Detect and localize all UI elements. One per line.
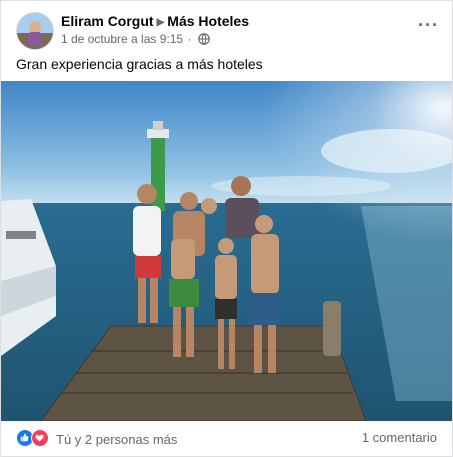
author-avatar[interactable]: [16, 12, 54, 50]
post-card: Eliram Corgut ▶ Más Hoteles 1 de octubre a…: [0, 0, 453, 457]
comments-count[interactable]: 1 comentario: [362, 430, 437, 445]
love-icon: [31, 429, 49, 447]
author-name[interactable]: Eliram Corgut: [61, 13, 154, 29]
post-photo[interactable]: [1, 81, 452, 421]
author-line: Eliram Corgut ▶ Más Hoteles: [61, 13, 249, 29]
post-text: Gran experiencia gracias a más hoteles: [16, 56, 263, 72]
post-footer: Tú y 2 personas más 1 comentario: [16, 427, 437, 449]
post-meta: 1 de octubre a las 9:15 ·: [61, 32, 210, 48]
photo-illustration: [1, 81, 452, 421]
caret-right-icon: ▶: [156, 17, 165, 28]
meta-separator: ·: [187, 32, 192, 46]
globe-icon: [197, 33, 210, 48]
more-options-icon[interactable]: ···: [418, 15, 439, 36]
reactions-text[interactable]: Tú y 2 personas más: [56, 432, 177, 447]
post-header: Eliram Corgut ▶ Más Hoteles 1 de octubre a…: [16, 12, 439, 52]
post-timestamp[interactable]: 1 de octubre a las 9:15: [61, 32, 183, 46]
page-name[interactable]: Más Hoteles: [167, 13, 249, 29]
